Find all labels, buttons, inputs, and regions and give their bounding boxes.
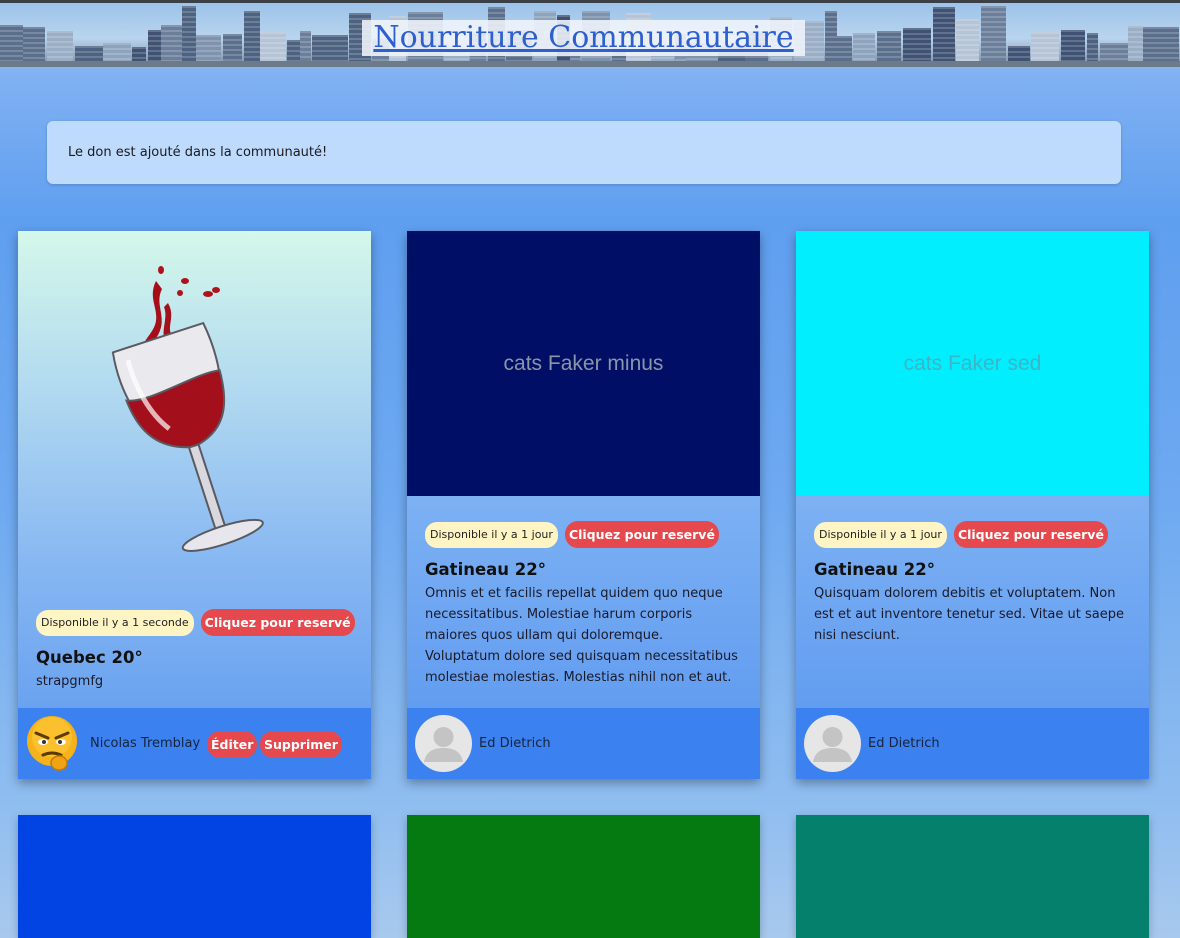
skyline-building: [933, 7, 955, 67]
donation-card: Disponible il y a 1 seconde Cliquez pour…: [18, 231, 371, 779]
skyline-building: [244, 11, 260, 67]
reserve-button[interactable]: Cliquez pour reservé: [200, 609, 355, 636]
image-placeholder-text: cats Faker minus: [503, 352, 664, 375]
avatar: [415, 715, 472, 772]
donation-card-image: [407, 815, 760, 938]
delete-button[interactable]: Supprimer: [260, 731, 342, 758]
alert-message: Le don est ajouté dans la communauté!: [68, 145, 328, 160]
author-name: Nicolas Tremblay: [90, 736, 201, 751]
card-image: [18, 231, 371, 552]
card-title: Quebec 20°: [36, 648, 143, 667]
badge-row: Disponible il y a 1 jour Cliquez pour re…: [814, 521, 1131, 548]
card-description: Omnis et et facilis repellat quidem quo …: [425, 586, 738, 685]
default-user-icon: [813, 727, 852, 762]
image-placeholder-text: cats Faker sed: [903, 352, 1042, 375]
default-user-icon: [424, 727, 463, 762]
title-box: Nourriture Communautaire: [362, 20, 805, 56]
card-title: Gatineau 22°: [814, 560, 935, 579]
availability-badge: Disponible il y a 1 jour: [425, 521, 558, 548]
site-title-link[interactable]: Nourriture Communautaire: [362, 20, 805, 56]
card-image: cats Faker sed: [796, 231, 1149, 496]
badge-row: Disponible il y a 1 seconde Cliquez pour…: [36, 609, 355, 636]
skyline-building: [956, 19, 979, 67]
card-image: cats Faker minus: [407, 231, 760, 496]
author-name: Ed Dietrich: [479, 736, 551, 751]
donation-card: cats Faker minus Disponible il y a 1 jou…: [407, 231, 760, 779]
card-body: Disponible il y a 1 seconde Cliquez pour…: [36, 609, 355, 692]
card-body: Disponible il y a 1 jour Cliquez pour re…: [425, 521, 742, 688]
header-banner: Nourriture Communautaire: [0, 3, 1180, 67]
availability-badge: Disponible il y a 1 seconde: [36, 609, 194, 636]
card-footer: Ed Dietrich: [407, 708, 760, 779]
avatar: [804, 715, 861, 772]
donation-card-image: [18, 815, 371, 938]
author-name: Ed Dietrich: [868, 736, 940, 751]
card-body: Disponible il y a 1 jour Cliquez pour re…: [814, 521, 1131, 646]
avatar: [26, 715, 83, 772]
angry-emoji-icon: [26, 715, 83, 772]
donation-card-image: [796, 815, 1149, 938]
reserve-button[interactable]: Cliquez pour reservé: [953, 521, 1108, 548]
skyline-building: [182, 6, 196, 67]
card-description: Quisquam dolorem debitis et voluptatem. …: [814, 586, 1124, 643]
reserve-button[interactable]: Cliquez pour reservé: [564, 521, 719, 548]
badge-row: Disponible il y a 1 jour Cliquez pour re…: [425, 521, 742, 548]
skyline-ground: [0, 61, 1180, 67]
card-description: strapgmfg: [36, 674, 104, 689]
card-title: Gatineau 22°: [425, 560, 546, 579]
card-footer: Nicolas Tremblay Éditer Supprimer: [18, 708, 371, 779]
success-alert: Le don est ajouté dans la communauté!: [47, 121, 1121, 184]
skyline-building: [981, 6, 1006, 67]
card-footer: Ed Dietrich: [796, 708, 1149, 779]
donation-card: cats Faker sed Disponible il y a 1 jour …: [796, 231, 1149, 779]
wine-glass-icon: [111, 266, 264, 552]
edit-button[interactable]: Éditer: [207, 731, 258, 758]
skyline-building: [825, 11, 837, 67]
availability-badge: Disponible il y a 1 jour: [814, 521, 947, 548]
